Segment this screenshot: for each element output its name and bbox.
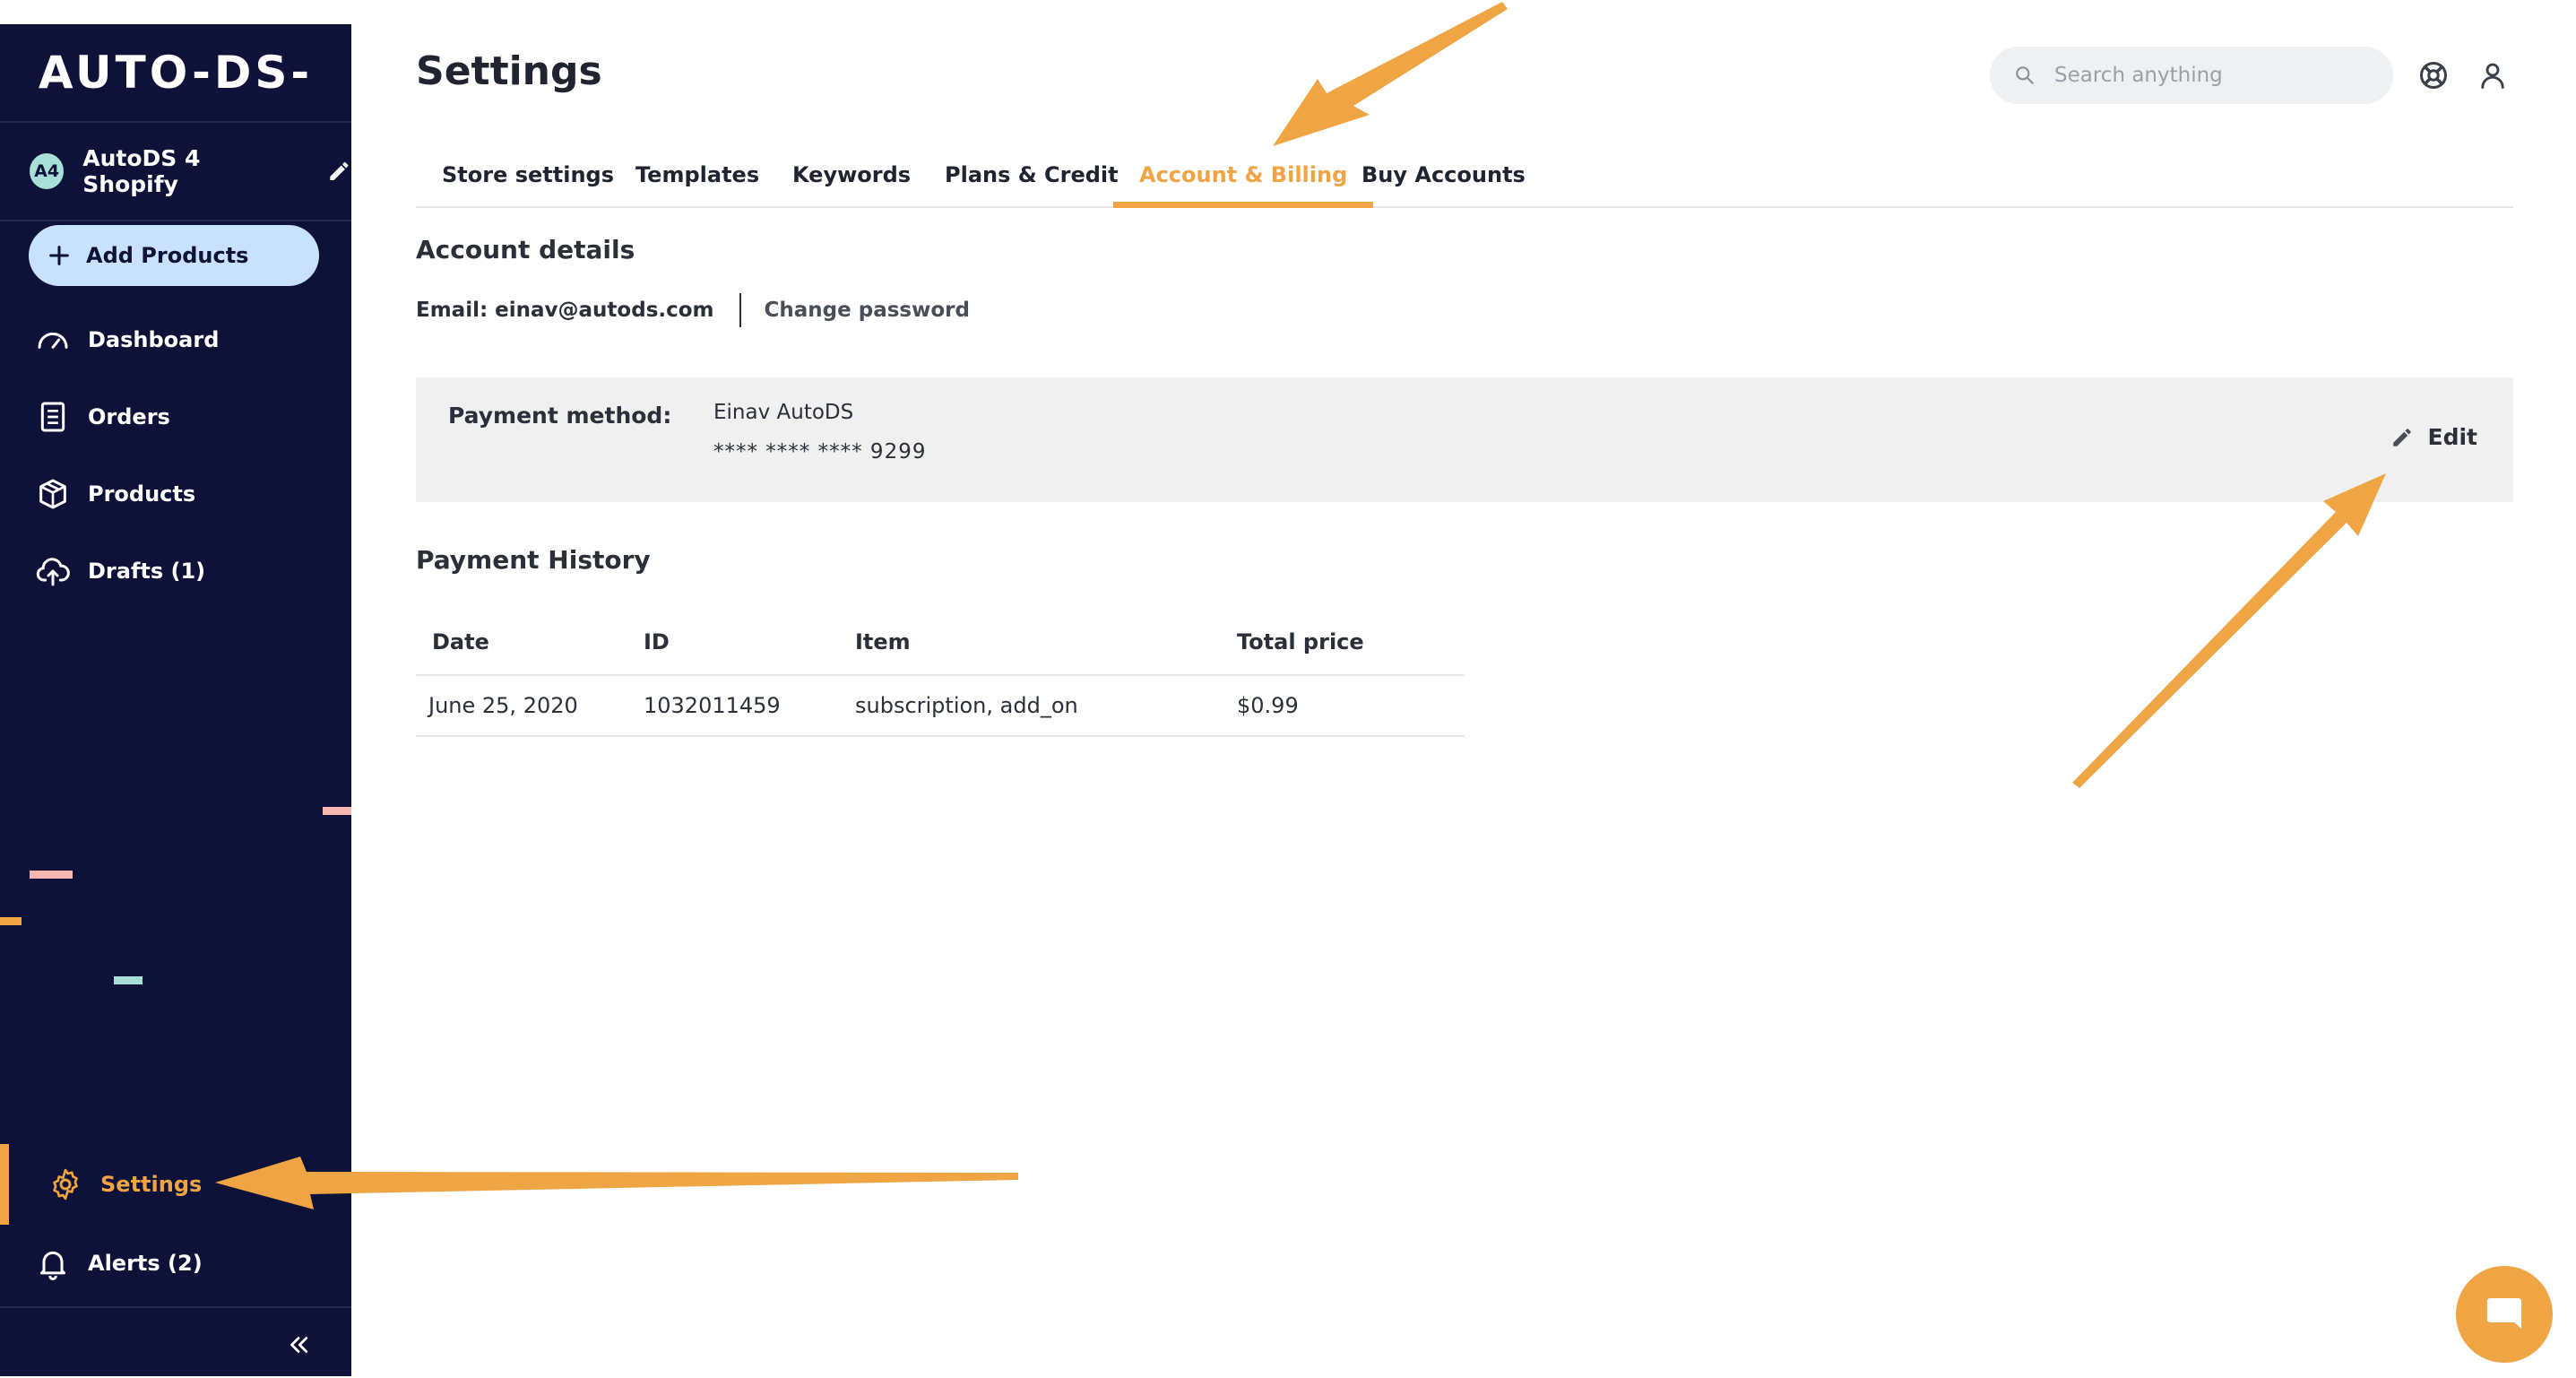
- store-selector[interactable]: A4 AutoDS 4 Shopify: [0, 123, 351, 221]
- cloud-upload-icon: [36, 558, 70, 586]
- account-email: Email: einav@autods.com: [416, 299, 714, 322]
- user-profile-icon[interactable]: [2477, 59, 2509, 91]
- bell-icon: [40, 1251, 65, 1280]
- account-details-heading: Account details: [416, 235, 635, 264]
- document-icon: [40, 402, 65, 432]
- page-title: Settings: [416, 48, 602, 94]
- column-header-total-price: Total price: [1237, 610, 1465, 676]
- change-password-link[interactable]: Change password: [765, 299, 970, 322]
- double-chevron-left-icon: [290, 1337, 308, 1353]
- search-icon: [2016, 66, 2034, 84]
- tab-buy-accounts[interactable]: Buy Accounts: [1361, 143, 1526, 206]
- settings-tabs: Store settings Templates Keywords Plans …: [416, 143, 2513, 208]
- plus-icon: [49, 246, 69, 265]
- search-bar[interactable]: [1990, 47, 2393, 104]
- logo-text: AUTO-DS-: [38, 47, 314, 99]
- cardholder-name: Einav AutoDS: [713, 401, 854, 424]
- help-lifebuoy-icon[interactable]: [2417, 59, 2450, 91]
- edit-label: Edit: [2427, 424, 2478, 450]
- sidebar-item-dashboard[interactable]: Dashboard: [0, 313, 351, 367]
- sidebar: AUTO-DS- A4 AutoDS 4 Shopify Add Product…: [0, 24, 351, 1376]
- tab-plans-credit[interactable]: Plans & Credit: [945, 143, 1119, 206]
- search-input[interactable]: [2053, 63, 2379, 88]
- pencil-icon[interactable]: [327, 159, 351, 184]
- payment-method-label: Payment method:: [448, 403, 672, 429]
- payment-history-heading: Payment History: [416, 545, 651, 575]
- table-header-row: Date ID Item Total price: [416, 610, 1465, 676]
- box-icon: [39, 479, 66, 509]
- gear-icon: [53, 1168, 78, 1200]
- sidebar-item-settings[interactable]: Settings: [0, 1144, 351, 1225]
- decorative-dash: [323, 807, 351, 815]
- decorative-dash: [0, 917, 22, 925]
- cell-id: 1032011459: [644, 675, 855, 737]
- arrow-to-account-billing-tab: [1273, 2, 1508, 146]
- tab-keywords[interactable]: Keywords: [792, 143, 911, 206]
- column-header-date: Date: [416, 610, 644, 676]
- table-row: June 25, 2020 1032011459 subscription, a…: [416, 675, 1465, 737]
- cell-item: subscription, add_on: [855, 675, 1237, 737]
- add-products-label: Add Products: [86, 243, 249, 268]
- sidebar-item-alerts[interactable]: Alerts (2): [0, 1236, 351, 1290]
- payment-method-card: Payment method: Einav AutoDS **** **** *…: [416, 377, 2513, 502]
- store-name: AutoDS 4 Shopify: [82, 145, 201, 197]
- sidebar-item-products[interactable]: Products: [0, 467, 351, 521]
- cell-total-price: $0.99: [1237, 675, 1465, 737]
- tab-account-billing[interactable]: Account & Billing: [1112, 143, 1374, 208]
- add-products-button[interactable]: Add Products: [29, 225, 319, 286]
- sidebar-item-label: Alerts (2): [88, 1251, 203, 1276]
- pencil-icon: [2392, 428, 2411, 446]
- decorative-dash: [30, 871, 73, 879]
- tab-store-settings[interactable]: Store settings: [442, 143, 614, 206]
- store-avatar: A4: [30, 153, 65, 189]
- payment-history-table: Date ID Item Total price June 25, 2020 1…: [416, 610, 1465, 737]
- sidebar-item-label: Drafts (1): [88, 559, 206, 584]
- sidebar-item-label: Orders: [88, 404, 170, 429]
- active-indicator: [0, 1144, 9, 1225]
- email-row: Email: einav@autods.com Change password: [416, 292, 970, 328]
- arrow-to-edit-button: [2072, 473, 2386, 788]
- column-header-item: Item: [855, 610, 1237, 676]
- sidebar-item-orders[interactable]: Orders: [0, 390, 351, 444]
- chat-support-button[interactable]: [2456, 1266, 2553, 1363]
- decorative-dash: [114, 976, 143, 984]
- chat-bubble-icon: [2486, 1298, 2522, 1329]
- divider: [739, 293, 741, 327]
- sidebar-item-label: Settings: [100, 1172, 203, 1197]
- collapse-sidebar-button[interactable]: [0, 1306, 351, 1378]
- gauge-icon: [38, 332, 68, 349]
- edit-payment-button[interactable]: Edit: [2390, 424, 2478, 450]
- sidebar-item-drafts[interactable]: Drafts (1): [0, 544, 351, 598]
- sidebar-item-label: Products: [88, 481, 196, 507]
- column-header-id: ID: [644, 610, 855, 676]
- autods-logo[interactable]: AUTO-DS-: [0, 24, 351, 123]
- tab-templates[interactable]: Templates: [635, 143, 759, 206]
- sidebar-item-label: Dashboard: [88, 327, 220, 352]
- cell-date: June 25, 2020: [416, 675, 644, 737]
- masked-card-number: **** **** **** 9299: [713, 440, 927, 464]
